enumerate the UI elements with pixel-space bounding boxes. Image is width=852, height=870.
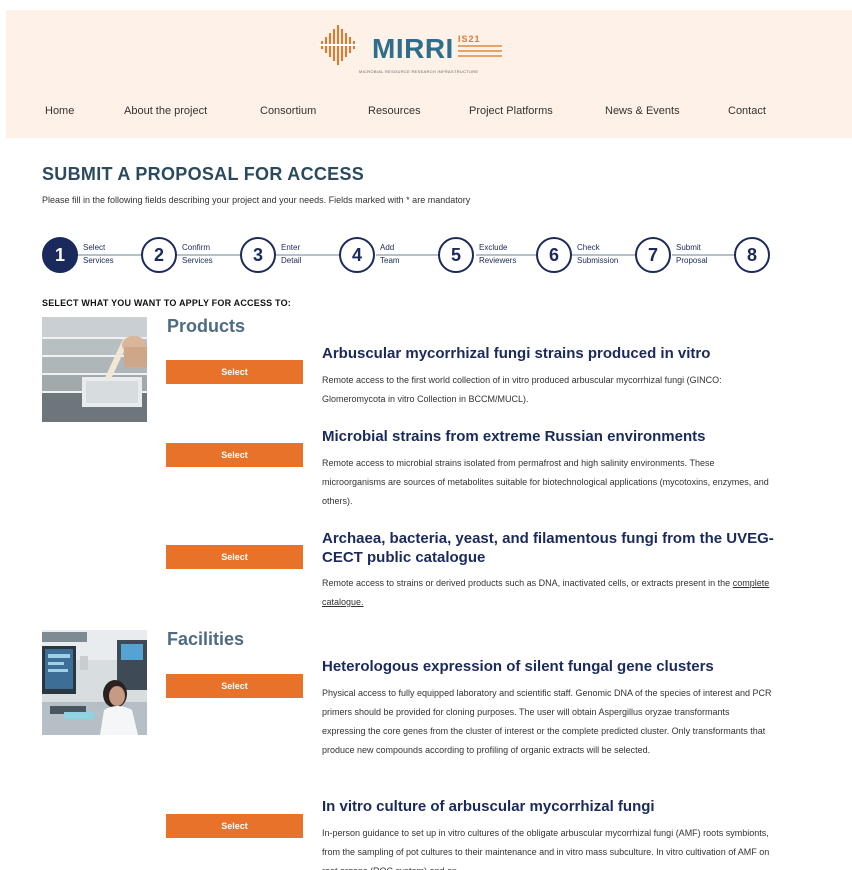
- step-5-label: Exclude Reviewers: [479, 243, 517, 265]
- logo-badge-lines: [458, 45, 502, 60]
- select-button-item-1[interactable]: Select: [166, 360, 303, 384]
- category-facilities-title: Facilities: [167, 629, 245, 649]
- step-4-circle[interactable]: 4: [339, 237, 375, 273]
- step-3-circle[interactable]: 3: [240, 237, 276, 273]
- select-button-item-2[interactable]: Select: [166, 443, 303, 467]
- nav-project-platforms[interactable]: Project Platforms: [469, 105, 553, 117]
- item-5-title: In vitro culture of arbuscular mycorrhiz…: [322, 798, 655, 815]
- item-5-description: In-person guidance to set up in vitro cu…: [322, 828, 770, 870]
- step-2-label: Confirm Services: [182, 243, 213, 265]
- step-7-label: Submit Proposal: [676, 243, 708, 265]
- step-7-circle[interactable]: 7: [635, 237, 671, 273]
- category-products-title: Products: [167, 316, 246, 336]
- selection-heading: SELECT WHAT YOU WANT TO APPLY FOR ACCESS…: [42, 298, 291, 308]
- item-1-description: Remote access to the first world collect…: [322, 375, 722, 404]
- mirri-logo[interactable]: MIRRI IS21 MICROBIAL RESOURCE RESEARCH I…: [319, 23, 529, 74]
- nav-resources[interactable]: Resources: [368, 105, 421, 117]
- logo-mark-icon: [319, 25, 359, 65]
- site-header: MIRRI IS21 MICROBIAL RESOURCE RESEARCH I…: [6, 10, 852, 138]
- nav-consortium[interactable]: Consortium: [260, 105, 316, 117]
- step-1-label: Select Services: [83, 243, 114, 265]
- item-3-title: Archaea, bacteria, yeast, and filamentou…: [322, 530, 774, 566]
- item-1-title: Arbuscular mycorrhizal fungi strains pro…: [322, 345, 711, 362]
- step-6-circle[interactable]: 6: [536, 237, 572, 273]
- page-intro: Please fill in the following fields desc…: [42, 195, 471, 205]
- page-title: SUBMIT A PROPOSAL FOR ACCESS: [42, 164, 365, 184]
- nav-contact[interactable]: Contact: [728, 105, 766, 117]
- logo-wordmark: MIRRI: [372, 33, 454, 64]
- step-8-circle[interactable]: 8: [734, 237, 770, 273]
- item-4-title: Heterologous expression of silent fungal…: [322, 658, 714, 675]
- select-button-item-4[interactable]: Select: [166, 674, 303, 698]
- proposal-stepper: 1 Select Services 2 Confirm Services 3 Ent…: [42, 237, 782, 273]
- step-4-label: Add Team: [380, 243, 400, 265]
- step-1-circle[interactable]: 1: [42, 237, 78, 273]
- step-6-label: Check Submission: [577, 243, 619, 265]
- select-button-item-3[interactable]: Select: [166, 545, 303, 569]
- products-image: [42, 317, 147, 422]
- item-3-description: Remote access to strains or derived prod…: [322, 578, 770, 607]
- lab-scientist-illustration: [42, 630, 147, 735]
- main-nav: Home About the project Consortium Resour…: [6, 105, 852, 125]
- select-button-item-5[interactable]: Select: [166, 814, 303, 838]
- nav-home[interactable]: Home: [45, 105, 74, 117]
- step-2-circle[interactable]: 2: [141, 237, 177, 273]
- item-2-description: Remote access to microbial strains isola…: [322, 458, 769, 506]
- storage-drawers-illustration: [42, 317, 147, 422]
- logo-badge: IS21: [458, 34, 481, 44]
- nav-about[interactable]: About the project: [124, 105, 207, 117]
- step-3-label: Enter Detail: [281, 243, 302, 265]
- item-4-description: Physical access to fully equipped labora…: [322, 688, 772, 755]
- facilities-image: [42, 630, 147, 735]
- step-5-circle[interactable]: 5: [438, 237, 474, 273]
- item-2-title: Microbial strains from extreme Russian e…: [322, 428, 706, 445]
- logo-tagline: MICROBIAL RESOURCE RESEARCH INFRASTRUCTU…: [359, 69, 479, 74]
- nav-news-events[interactable]: News & Events: [605, 105, 680, 117]
